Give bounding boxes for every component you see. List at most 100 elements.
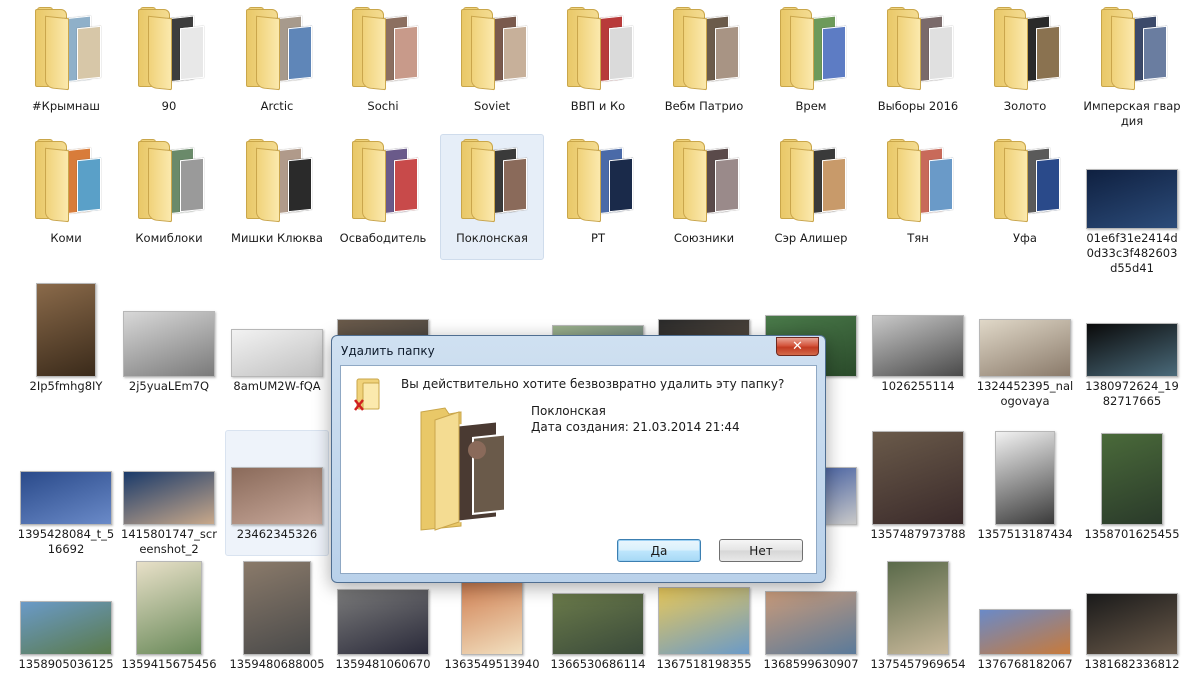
delete-folder-dialog: Удалить папку ✕ Вы действительно хотите … bbox=[331, 335, 826, 583]
item-label: Врем bbox=[795, 99, 827, 113]
image-thumbnail bbox=[765, 591, 857, 655]
folder-item[interactable]: Комиблоки bbox=[117, 134, 221, 260]
folder-item[interactable]: #Крымнаш bbox=[14, 2, 118, 128]
item-label: 1368599630907 bbox=[763, 657, 859, 671]
image-thumbnail bbox=[979, 609, 1071, 655]
image-file-item[interactable]: 1359415675456 bbox=[117, 560, 221, 686]
item-label: Поклонская bbox=[456, 231, 528, 245]
image-thumbnail bbox=[872, 431, 964, 525]
item-label: Золото bbox=[1003, 99, 1047, 113]
image-file-item[interactable]: 2Ip5fmhg8IY bbox=[14, 282, 118, 408]
item-label: Вебм Патрио bbox=[664, 99, 744, 113]
image-thumbnail bbox=[136, 561, 202, 655]
folder-item[interactable]: Выборы 2016 bbox=[866, 2, 970, 128]
folder-icon bbox=[244, 139, 312, 223]
folder-item[interactable]: Коми bbox=[14, 134, 118, 260]
folder-icon bbox=[992, 139, 1060, 223]
folder-icon bbox=[136, 139, 204, 223]
item-label: 23462345326 bbox=[236, 527, 318, 541]
item-label: 8amUM2W-fQA bbox=[233, 379, 321, 393]
folder-item[interactable]: Soviet bbox=[440, 2, 544, 128]
confirm-question: Вы действительно хотите безвозвратно уда… bbox=[401, 377, 785, 391]
item-label: Комиблоки bbox=[135, 231, 203, 245]
image-file-item[interactable]: 1358905036125 bbox=[14, 560, 118, 686]
image-thumbnail bbox=[995, 431, 1055, 525]
image-thumbnail bbox=[123, 311, 215, 377]
folder-item[interactable]: Освабодитель bbox=[331, 134, 435, 260]
folder-item[interactable]: РТ bbox=[546, 134, 650, 260]
image-file-item[interactable]: 1415801747_screenshot_2 bbox=[117, 430, 221, 556]
folder-icon bbox=[992, 7, 1060, 91]
item-label: 2Ip5fmhg8IY bbox=[29, 379, 103, 393]
image-file-item[interactable]: 2j5yuaLEm7Q bbox=[117, 282, 221, 408]
image-thumbnail bbox=[552, 593, 644, 655]
image-file-item[interactable]: 1358701625455 bbox=[1080, 430, 1184, 556]
item-label: 1366530686114 bbox=[550, 657, 646, 671]
no-button-label: Нет bbox=[749, 543, 773, 558]
item-label: 1359481060670 bbox=[335, 657, 431, 671]
image-file-item[interactable]: 1381682336812 bbox=[1080, 560, 1184, 686]
image-thumbnail bbox=[36, 283, 96, 377]
item-label: Тян bbox=[907, 231, 929, 245]
image-file-item[interactable]: 1395428084_t_516692 bbox=[14, 430, 118, 556]
folder-item[interactable]: Врем bbox=[759, 2, 863, 128]
folder-item[interactable]: ВВП и Ко bbox=[546, 2, 650, 128]
close-icon: ✕ bbox=[792, 339, 803, 354]
dialog-body: Вы действительно хотите безвозвратно уда… bbox=[340, 365, 817, 574]
image-thumbnail bbox=[243, 561, 311, 655]
image-file-item[interactable]: 23462345326 bbox=[225, 430, 329, 556]
folder-item[interactable]: Arctic bbox=[225, 2, 329, 128]
folder-item[interactable]: Уфа bbox=[973, 134, 1077, 260]
folder-item[interactable]: Имперская гвардия bbox=[1080, 2, 1184, 128]
image-thumbnail bbox=[1086, 169, 1178, 229]
folder-icon bbox=[778, 139, 846, 223]
image-file-item[interactable]: 1324452395_nalogovaya bbox=[973, 282, 1077, 408]
folder-item[interactable]: Sochi bbox=[331, 2, 435, 128]
image-file-item[interactable]: 1026255114 bbox=[866, 282, 970, 408]
image-thumbnail bbox=[231, 329, 323, 377]
folder-item[interactable]: Вебм Патрио bbox=[652, 2, 756, 128]
folder-delete-icon bbox=[354, 378, 380, 411]
image-file-item[interactable]: 1357513187434 bbox=[973, 430, 1077, 556]
item-label: 1359415675456 bbox=[121, 657, 217, 671]
folder-item[interactable]: Мишки Клюква bbox=[225, 134, 329, 260]
item-label: 1415801747_screenshot_2 bbox=[121, 527, 217, 556]
item-label: Уфа bbox=[1013, 231, 1037, 245]
yes-button[interactable]: Да bbox=[617, 539, 701, 562]
item-label: 1358701625455 bbox=[1084, 527, 1180, 541]
image-thumbnail bbox=[231, 467, 323, 525]
image-file-item[interactable]: 01e6f31e2414d0d33c3f482603d55d41 bbox=[1080, 134, 1184, 275]
item-label: Союзники bbox=[673, 231, 735, 245]
item-label: Sochi bbox=[367, 99, 399, 113]
folder-item[interactable]: Поклонская bbox=[440, 134, 544, 260]
image-file-item[interactable]: 1359480688005 bbox=[225, 560, 329, 686]
folder-icon bbox=[350, 7, 418, 91]
no-button[interactable]: Нет bbox=[719, 539, 803, 562]
image-file-item[interactable]: 1376768182067 bbox=[973, 560, 1077, 686]
image-file-item[interactable]: 1357487973788 bbox=[866, 430, 970, 556]
item-label: 2j5yuaLEm7Q bbox=[128, 379, 210, 393]
image-file-item[interactable]: 8amUM2W-fQA bbox=[225, 282, 329, 408]
close-button[interactable]: ✕ bbox=[776, 337, 819, 356]
folder-item[interactable]: Союзники bbox=[652, 134, 756, 260]
folder-item[interactable]: Золото bbox=[973, 2, 1077, 128]
item-label: Коми bbox=[50, 231, 82, 245]
image-file-item[interactable]: 1375457969654 bbox=[866, 560, 970, 686]
item-label: 1367518198355 bbox=[656, 657, 752, 671]
item-label: Освабодитель bbox=[339, 231, 427, 245]
image-file-item[interactable]: 1380972624_1982717665 bbox=[1080, 282, 1184, 408]
item-label: 1375457969654 bbox=[870, 657, 966, 671]
image-thumbnail bbox=[1101, 433, 1163, 525]
image-thumbnail bbox=[20, 471, 112, 525]
item-label: 1358905036125 bbox=[18, 657, 114, 671]
folder-name: Поклонская bbox=[531, 404, 606, 418]
folder-item[interactable]: 90 bbox=[117, 2, 221, 128]
folder-icon bbox=[565, 139, 633, 223]
folder-icon bbox=[33, 139, 101, 223]
folder-icon bbox=[459, 139, 527, 223]
folder-item[interactable]: Тян bbox=[866, 134, 970, 260]
folder-icon bbox=[671, 139, 739, 223]
item-label: 1376768182067 bbox=[977, 657, 1073, 671]
folder-item[interactable]: Сэр Алишер bbox=[759, 134, 863, 260]
item-label: Имперская гвардия bbox=[1083, 99, 1181, 128]
